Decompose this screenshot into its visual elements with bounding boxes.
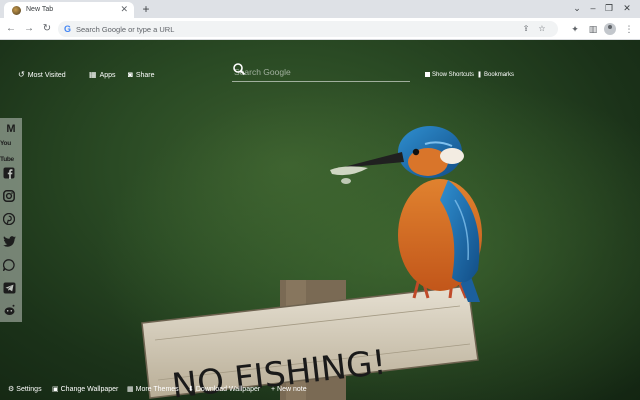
new-note-button[interactable]: + New note [271, 385, 307, 395]
close-window-icon[interactable]: ✕ [620, 1, 634, 15]
browser-toolbar: ← → ↻ G ⇪ ☆ ✦ ▥ ⋮ [0, 18, 640, 40]
wallpaper-background: NO FISHING! ↺ Most Visited ▦ Apps ◙ Share [0, 40, 640, 400]
back-icon[interactable]: ← [4, 22, 18, 36]
history-icon: ↺ [18, 70, 25, 79]
more-themes-button[interactable]: ▦ More Themes [127, 385, 179, 395]
minimize-icon[interactable]: – [586, 1, 600, 15]
most-visited-button[interactable]: ↺ Most Visited [18, 70, 66, 81]
show-shortcuts-label: Show Shortcuts [432, 72, 475, 78]
omnibox[interactable]: G ⇪ ☆ [58, 21, 558, 37]
apps-label: Apps [99, 72, 116, 79]
bookmark-icon: ❚ [477, 72, 483, 78]
social-sidebar: M You Tube [0, 118, 22, 322]
kingfisher-favicon-icon [12, 6, 21, 15]
download-wallpaper-button[interactable]: ⬇ Download Wallpaper [188, 385, 260, 395]
share-button[interactable]: ◙ Share [128, 70, 155, 81]
change-wallpaper-label: Change Wallpaper [60, 386, 119, 393]
pinterest-icon[interactable] [3, 213, 19, 229]
download-wallpaper-label: Download Wallpaper [195, 386, 261, 393]
new-tab-button[interactable]: + [140, 2, 152, 16]
share-label: Share [135, 72, 155, 79]
most-visited-label: Most Visited [27, 72, 66, 79]
shortcuts-icon [425, 71, 430, 77]
bookmarks-button[interactable]: ❚ Bookmarks [477, 71, 514, 80]
telegram-icon[interactable] [3, 282, 19, 298]
extensions-icon[interactable]: ✦ [568, 22, 582, 36]
bookmarks-label: Bookmarks [484, 72, 515, 78]
profile-avatar-icon[interactable] [604, 23, 616, 35]
image-icon: ▣ [52, 386, 59, 393]
themes-grid-icon: ▦ [127, 386, 134, 393]
tab-search-icon[interactable]: ⌄ [570, 1, 584, 15]
reload-icon[interactable]: ↻ [40, 22, 54, 36]
facebook-icon[interactable] [3, 167, 19, 183]
whatsapp-icon[interactable] [3, 259, 19, 275]
newtab-search-box [232, 62, 410, 82]
tab-strip: New Tab ✕ + ⌄ – ❐ ✕ [0, 0, 640, 18]
more-themes-label: More Themes [135, 386, 179, 393]
search-icon[interactable] [232, 62, 246, 76]
tab-new-tab[interactable]: New Tab ✕ [4, 2, 134, 18]
side-panel-icon[interactable]: ▥ [586, 22, 600, 36]
settings-label: Settings [16, 386, 42, 393]
gear-icon: ⚙ [8, 386, 15, 393]
newtab-search-input[interactable] [234, 65, 384, 79]
reddit-icon[interactable] [3, 304, 19, 320]
restore-icon[interactable]: ❐ [602, 1, 616, 15]
share-page-icon[interactable]: ⇪ [520, 23, 532, 35]
youtube-icon[interactable]: You Tube [0, 140, 22, 163]
close-tab-icon[interactable]: ✕ [120, 4, 128, 14]
twitter-icon[interactable] [3, 236, 19, 252]
apps-button[interactable]: ▦ Apps [89, 70, 116, 81]
instagram-icon[interactable] [3, 190, 19, 206]
omnibox-input[interactable] [76, 22, 436, 36]
change-wallpaper-button[interactable]: ▣ Change Wallpaper [52, 385, 118, 395]
forward-icon[interactable]: → [22, 22, 36, 36]
menu-kebab-icon[interactable]: ⋮ [622, 22, 636, 36]
share-icon: ◙ [128, 70, 133, 79]
google-icon: G [64, 24, 72, 34]
tab-title: New Tab [26, 6, 54, 13]
bookmark-star-icon[interactable]: ☆ [536, 23, 548, 35]
settings-button[interactable]: ⚙ Settings [8, 385, 42, 395]
gmail-icon[interactable]: M [3, 121, 19, 137]
show-shortcuts-button[interactable]: Show Shortcuts [425, 71, 474, 80]
kingfisher-wallpaper-image: NO FISHING! [0, 40, 640, 400]
download-icon: ⬇ [188, 386, 194, 393]
apps-grid-icon: ▦ [89, 70, 97, 79]
